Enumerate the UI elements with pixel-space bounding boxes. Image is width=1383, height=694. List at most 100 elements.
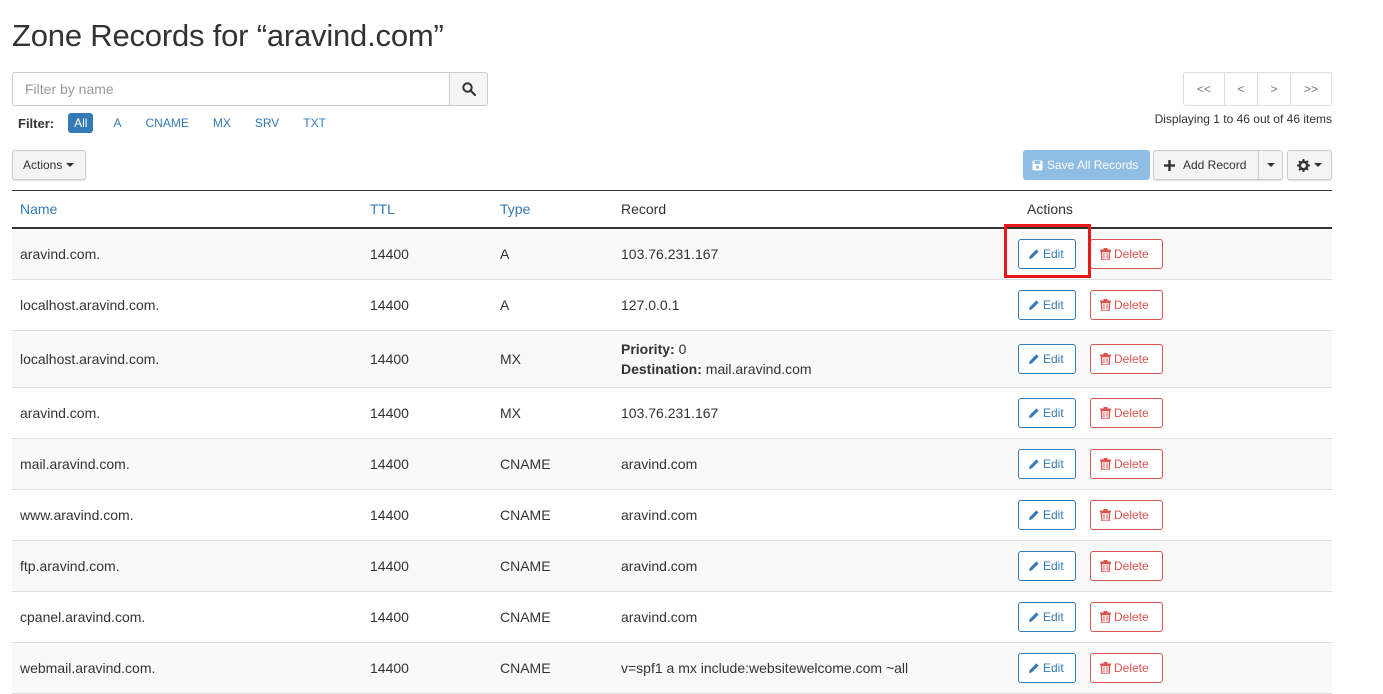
- save-icon: [1032, 160, 1043, 170]
- actions-dropdown-button[interactable]: Actions: [12, 150, 86, 180]
- edit-button[interactable]: Edit: [1018, 238, 1076, 269]
- record-name: aravind.com.: [12, 387, 362, 439]
- record-name: www.aravind.com.: [12, 489, 362, 541]
- delete-button[interactable]: Delete: [1090, 551, 1163, 581]
- record-value: 103.76.231.167: [613, 227, 1013, 280]
- delete-button[interactable]: Delete: [1090, 290, 1163, 320]
- record-actions: Edit Delete: [1013, 438, 1332, 490]
- next-page-button[interactable]: >: [1257, 72, 1291, 106]
- edit-label: Edit: [1043, 559, 1064, 573]
- edit-button[interactable]: Edit: [1018, 653, 1076, 683]
- search-icon: [461, 82, 476, 96]
- edit-button[interactable]: Edit: [1018, 398, 1076, 428]
- first-page-button[interactable]: <<: [1183, 72, 1225, 106]
- pagination: << < > >>: [1183, 72, 1332, 106]
- table-row: mail.aravind.com. 14400 CNAME aravind.co…: [12, 438, 1332, 490]
- edit-label: Edit: [1043, 246, 1064, 261]
- table-row: www.aravind.com. 14400 CNAME aravind.com…: [12, 489, 1332, 541]
- filter-mx[interactable]: MX: [207, 113, 237, 133]
- search-button[interactable]: [449, 72, 488, 106]
- pencil-icon: [1029, 300, 1039, 310]
- mx-priority: Priority: 0: [621, 339, 1005, 359]
- record-ttl: 14400: [362, 279, 492, 331]
- add-record-label: Add Record: [1183, 158, 1247, 172]
- pencil-icon: [1029, 561, 1039, 571]
- record-name: localhost.aravind.com.: [12, 279, 362, 331]
- record-ttl: 14400: [362, 438, 492, 490]
- edit-button[interactable]: Edit: [1018, 290, 1076, 320]
- zone-records-table-wrapper: Name TTL Type Record Actions aravind.com…: [12, 190, 1332, 694]
- record-ttl: 14400: [362, 330, 492, 388]
- edit-label: Edit: [1043, 457, 1064, 471]
- record-value: aravind.com: [613, 591, 1013, 643]
- gear-icon: [1297, 158, 1310, 172]
- delete-button[interactable]: Delete: [1090, 500, 1163, 530]
- trash-icon: [1100, 407, 1111, 419]
- edit-button[interactable]: Edit: [1018, 551, 1076, 581]
- save-all-records-button[interactable]: Save All Records: [1023, 150, 1150, 180]
- delete-button[interactable]: Delete: [1090, 398, 1163, 428]
- table-body: aravind.com. 14400 A 103.76.231.167 Edit…: [12, 227, 1332, 694]
- caret-down-icon: [1266, 163, 1275, 167]
- record-value: aravind.com: [613, 438, 1013, 490]
- record-ttl: 14400: [362, 540, 492, 592]
- delete-button[interactable]: Delete: [1090, 653, 1163, 683]
- add-record-button[interactable]: Add Record: [1153, 150, 1259, 180]
- delete-label: Delete: [1114, 559, 1149, 573]
- column-header-name[interactable]: Name: [12, 191, 362, 228]
- trash-icon: [1100, 662, 1111, 674]
- record-type: CNAME: [492, 489, 613, 541]
- filter-srv[interactable]: SRV: [249, 113, 285, 133]
- destination-label: Destination:: [621, 361, 702, 377]
- record-type: MX: [492, 330, 613, 388]
- filter-a[interactable]: A: [107, 113, 127, 133]
- record-ttl: 14400: [362, 387, 492, 439]
- zone-records-table: Name TTL Type Record Actions aravind.com…: [12, 190, 1332, 694]
- delete-label: Delete: [1114, 508, 1149, 522]
- record-name: webmail.aravind.com.: [12, 642, 362, 694]
- add-record-dropdown-toggle[interactable]: [1258, 150, 1283, 180]
- edit-label: Edit: [1043, 508, 1064, 522]
- edit-button[interactable]: Edit: [1018, 500, 1076, 530]
- table-row: ftp.aravind.com. 14400 CNAME aravind.com…: [12, 540, 1332, 592]
- edit-button[interactable]: Edit: [1018, 602, 1076, 632]
- pencil-icon: [1029, 459, 1039, 469]
- delete-button[interactable]: Delete: [1090, 238, 1163, 269]
- caret-down-icon: [66, 163, 75, 167]
- column-header-ttl[interactable]: TTL: [362, 191, 492, 228]
- record-ttl: 14400: [362, 642, 492, 694]
- column-header-type[interactable]: Type: [492, 191, 613, 228]
- search-bar: [12, 72, 488, 106]
- column-header-actions: Actions: [1027, 200, 1073, 217]
- trash-icon: [1100, 299, 1111, 311]
- filter-cname[interactable]: CNAME: [139, 113, 194, 133]
- pencil-icon: [1029, 354, 1039, 364]
- pencil-icon: [1029, 249, 1039, 259]
- record-name: mail.aravind.com.: [12, 438, 362, 490]
- save-all-label: Save All Records: [1047, 158, 1139, 172]
- record-actions: Edit Delete: [1013, 591, 1332, 643]
- table-row: webmail.aravind.com. 14400 CNAME v=spf1 …: [12, 642, 1332, 694]
- trash-icon: [1100, 353, 1111, 365]
- search-input[interactable]: [12, 72, 449, 106]
- trash-icon: [1100, 611, 1111, 623]
- type-filter: Filter: All A CNAME MX SRV TXT: [18, 113, 344, 133]
- delete-button[interactable]: Delete: [1090, 344, 1163, 374]
- record-ttl: 14400: [362, 591, 492, 643]
- actions-label: Actions: [23, 158, 63, 172]
- plus-icon: [1164, 159, 1175, 171]
- edit-button[interactable]: Edit: [1018, 344, 1076, 374]
- delete-button[interactable]: Delete: [1090, 602, 1163, 632]
- filter-txt[interactable]: TXT: [297, 113, 332, 133]
- mx-destination: Destination: mail.aravind.com: [621, 359, 1005, 379]
- record-value: Priority: 0 Destination: mail.aravind.co…: [613, 330, 1013, 388]
- last-page-button[interactable]: >>: [1290, 72, 1332, 106]
- record-value: 127.0.0.1: [613, 279, 1013, 331]
- caret-down-icon: [1314, 163, 1322, 167]
- filter-all[interactable]: All: [68, 113, 94, 133]
- settings-dropdown-button[interactable]: [1287, 150, 1332, 180]
- edit-button[interactable]: Edit: [1018, 449, 1076, 479]
- delete-button[interactable]: Delete: [1090, 449, 1163, 479]
- prev-page-button[interactable]: <: [1224, 72, 1258, 106]
- record-type: MX: [492, 387, 613, 439]
